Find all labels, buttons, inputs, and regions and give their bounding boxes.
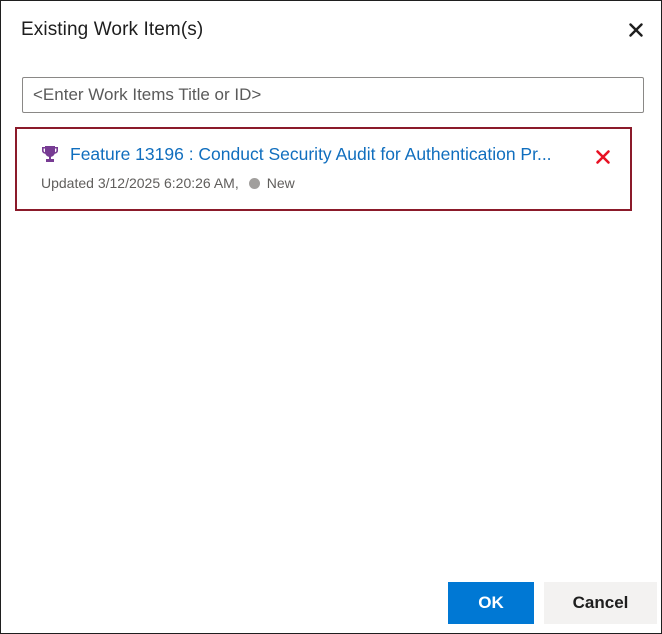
- work-item-updated: Updated 3/12/2025 6:20:26 AM,: [41, 175, 239, 191]
- close-icon: [629, 23, 643, 37]
- ok-button[interactable]: OK: [448, 582, 534, 624]
- cancel-button[interactable]: Cancel: [544, 582, 657, 624]
- work-item-title-link[interactable]: Feature 13196 : Conduct Security Audit f…: [70, 144, 552, 165]
- work-item-meta: Updated 3/12/2025 6:20:26 AM, New: [41, 175, 295, 191]
- work-item-state: New: [266, 175, 295, 191]
- state-dot-icon: [248, 177, 260, 189]
- existing-work-items-dialog: Existing Work Item(s) Feature 13196 : Co…: [0, 0, 662, 634]
- work-item-search-input[interactable]: [22, 77, 644, 113]
- work-item-result[interactable]: Feature 13196 : Conduct Security Audit f…: [15, 127, 632, 211]
- dialog-title: Existing Work Item(s): [21, 19, 204, 40]
- remove-icon[interactable]: [594, 148, 612, 166]
- close-button[interactable]: [621, 15, 651, 45]
- trophy-icon: [42, 146, 58, 162]
